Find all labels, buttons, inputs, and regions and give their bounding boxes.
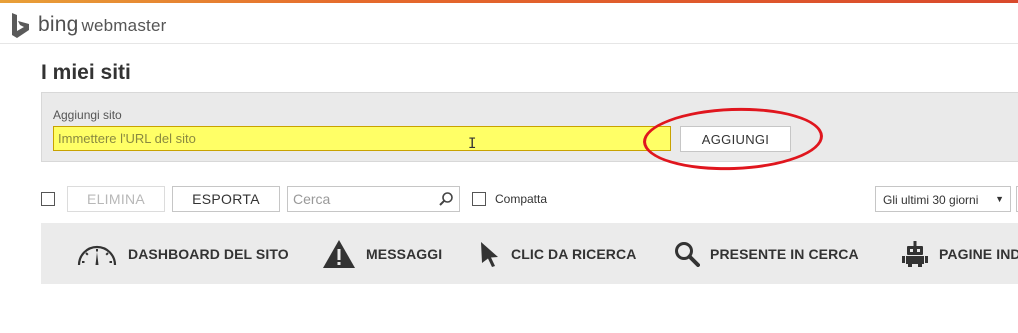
add-site-button[interactable]: AGGIUNGI	[680, 126, 791, 152]
page-title: I miei siti	[41, 61, 131, 84]
bing-logo-icon[interactable]	[9, 12, 33, 40]
compact-label: Compatta	[495, 192, 548, 206]
nav-item-label: DASHBOARD DEL SITO	[128, 245, 289, 262]
period-select[interactable]: Gli ultimi 30 giorni ▼	[875, 186, 1011, 212]
magnifier-icon	[675, 241, 700, 267]
delete-button[interactable]: ELIMINA	[67, 186, 165, 212]
robot-icon	[902, 240, 928, 267]
search-icon[interactable]	[438, 191, 454, 207]
export-button[interactable]: ESPORTA	[172, 186, 280, 212]
search-box	[287, 186, 460, 212]
nav-item-label: MESSAGGI	[366, 245, 443, 262]
nav-item-messages[interactable]: MESSAGGI	[322, 223, 442, 284]
nav-item-indexed-pages[interactable]: PAGINE IND	[901, 223, 1018, 284]
gauge-icon	[77, 245, 117, 265]
sites-toolbar: ELIMINA ESPORTA Compatta Gli ultimi 30 g…	[41, 186, 1018, 212]
nav-item-site-dashboard[interactable]: DASHBOARD DEL SITO	[76, 223, 289, 284]
nav-item-label: PAGINE IND	[939, 245, 1018, 262]
nav-item-search-clicks[interactable]: CLIC DA RICERCA	[479, 223, 636, 284]
add-site-label: Aggiungi sito	[53, 108, 122, 122]
nav-item-search-appearance[interactable]: PRESENTE IN CERCA	[674, 223, 859, 284]
select-all-checkbox[interactable]	[41, 192, 55, 206]
site-nav-bar: DASHBOARD DEL SITO MESSAGGI CLIC DA RICE…	[41, 223, 1018, 284]
cursor-icon	[481, 241, 498, 267]
nav-item-label: PRESENTE IN CERCA	[710, 245, 859, 262]
app-header: bing webmaster	[0, 3, 1018, 44]
brand-wordmark[interactable]: bing webmaster	[38, 13, 166, 37]
text-cursor-icon: I	[468, 136, 477, 152]
add-site-panel: Aggiungi sito I AGGIUNGI	[41, 92, 1018, 162]
warning-icon	[323, 239, 355, 268]
site-url-input[interactable]	[53, 126, 671, 151]
brand-name-bing: bing	[38, 13, 79, 36]
compact-checkbox[interactable]	[472, 192, 486, 206]
brand-name-webmaster: webmaster	[81, 16, 167, 35]
search-input[interactable]	[288, 187, 433, 211]
period-select-value: Gli ultimi 30 giorni	[883, 193, 979, 207]
chevron-down-icon: ▼	[995, 194, 1004, 204]
nav-item-label: CLIC DA RICERCA	[511, 245, 637, 262]
